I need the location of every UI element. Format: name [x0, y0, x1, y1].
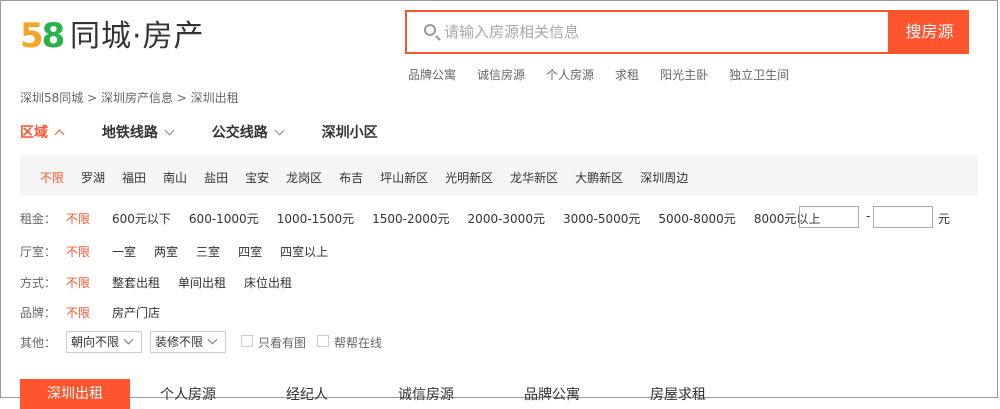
brand-option[interactable]: 房产门店	[112, 304, 160, 321]
chevron-down-icon	[164, 125, 175, 136]
orientation-select[interactable]: 朝向不限	[66, 331, 142, 353]
filter-brand: 品牌： 不限 房产门店	[20, 304, 178, 321]
tab-shenzhen-rent[interactable]: 深圳出租	[20, 379, 130, 409]
district-item[interactable]: 光明新区	[445, 171, 493, 185]
price-range-dash: -	[866, 209, 871, 223]
rent-option[interactable]: 3000-5000元	[563, 210, 640, 227]
rent-option[interactable]: 5000-8000元	[658, 210, 735, 227]
listing-tabs: 个人房源 经纪人 诚信房源 品牌公寓 房屋求租	[160, 384, 776, 404]
hot-link-personal-listing[interactable]: 个人房源	[546, 68, 594, 82]
hot-link-wanted[interactable]: 求租	[615, 68, 639, 82]
tab-district-label: 区域	[20, 125, 48, 141]
brand-option[interactable]: 不限	[66, 304, 90, 321]
photos-only-label[interactable]: 只看有图	[258, 334, 306, 351]
tab-subway[interactable]: 地铁线路	[101, 122, 175, 142]
filter-room: 厅室： 不限 一室 两室 三室 四室 四室以上	[20, 243, 346, 260]
method-option[interactable]: 不限	[66, 274, 90, 291]
hot-link-sunny-master-room[interactable]: 阳光主卧	[660, 68, 708, 82]
logo-digit-8: 8	[41, 16, 66, 56]
filter-other-label: 其他：	[20, 336, 57, 350]
filter-rent: 租金： 不限 600元以下 600-1000元 1000-1500元 1500-2000元…	[20, 210, 838, 227]
district-item[interactable]: 宝安	[245, 171, 269, 185]
district-list: 不限 罗湖 福田 南山 盐田 宝安 龙岗区 布吉 坪山新区 光明新区 龙华新区 大鹏新区 深圳周边	[40, 169, 705, 186]
search-input[interactable]	[444, 22, 864, 42]
filter-other: 其他：	[20, 334, 66, 351]
decoration-select[interactable]: 装修不限	[150, 331, 226, 353]
district-item[interactable]: 坪山新区	[380, 171, 428, 185]
tab-agent[interactable]: 经纪人	[286, 387, 328, 403]
filter-method: 方式： 不限 整套出租 单间出租 床位出租	[20, 274, 310, 291]
room-option[interactable]: 不限	[66, 243, 90, 260]
tab-rent-wanted[interactable]: 房屋求租	[650, 387, 706, 403]
district-item[interactable]: 不限	[40, 171, 64, 185]
method-option[interactable]: 单间出租	[178, 274, 226, 291]
room-option[interactable]: 四室以上	[280, 243, 328, 260]
hot-link-brand-apartment[interactable]: 品牌公寓	[408, 68, 456, 82]
chevron-down-icon	[123, 334, 134, 345]
photos-only-checkbox[interactable]	[241, 335, 253, 347]
breadcrumb[interactable]: 深圳58同城 > 深圳房产信息 > 深圳出租	[20, 89, 239, 106]
district-item[interactable]: 福田	[122, 171, 146, 185]
max-price-input[interactable]	[873, 206, 933, 228]
hot-links: 品牌公寓 诚信房源 个人房源 求租 阳光主卧 独立卫生间	[408, 66, 810, 83]
tab-personal-listing[interactable]: 个人房源	[160, 387, 216, 403]
district-item[interactable]: 罗湖	[81, 171, 105, 185]
price-unit: 元	[938, 212, 951, 226]
room-option[interactable]: 三室	[196, 243, 220, 260]
hot-link-private-bathroom[interactable]: 独立卫生间	[729, 68, 789, 82]
room-option[interactable]: 一室	[112, 243, 136, 260]
district-item[interactable]: 龙岗区	[286, 171, 322, 185]
rent-option[interactable]: 1500-2000元	[372, 210, 449, 227]
district-item[interactable]: 盐田	[204, 171, 228, 185]
chevron-up-icon	[54, 129, 65, 140]
district-item[interactable]: 南山	[163, 171, 187, 185]
method-option[interactable]: 整套出租	[112, 274, 160, 291]
location-tabs: 区域 地铁线路 公交线路 深圳小区	[20, 122, 412, 142]
rent-option[interactable]: 2000-3000元	[468, 210, 545, 227]
rent-option[interactable]: 1000-1500元	[277, 210, 354, 227]
filter-method-label: 方式：	[20, 276, 57, 290]
online-checkbox[interactable]	[317, 335, 329, 347]
rent-option[interactable]: 600-1000元	[189, 210, 259, 227]
rent-option[interactable]: 不限	[66, 210, 90, 227]
search-icon	[424, 24, 436, 36]
min-price-input[interactable]	[799, 206, 859, 228]
logo-digit-5: 5	[20, 16, 44, 56]
room-option[interactable]: 两室	[154, 243, 178, 260]
filter-brand-label: 品牌：	[20, 306, 57, 320]
tab-brand-apartment[interactable]: 品牌公寓	[524, 387, 580, 403]
search-button[interactable]: 搜房源	[890, 10, 969, 54]
tab-community[interactable]: 深圳小区	[322, 122, 378, 142]
district-item[interactable]: 布吉	[339, 171, 363, 185]
tab-subway-label: 地铁线路	[101, 125, 158, 141]
rent-option[interactable]: 600元以下	[112, 210, 171, 227]
tab-bus[interactable]: 公交线路	[211, 122, 285, 142]
district-item[interactable]: 大鹏新区	[575, 171, 623, 185]
method-option[interactable]: 床位出租	[244, 274, 292, 291]
chevron-down-icon	[274, 125, 285, 136]
tab-bus-label: 公交线路	[211, 125, 268, 141]
filter-rent-label: 租金：	[20, 212, 57, 226]
district-item[interactable]: 深圳周边	[640, 171, 688, 185]
orientation-select-value: 朝向不限	[71, 335, 120, 349]
decoration-select-value: 装修不限	[155, 335, 204, 349]
hot-link-honest-listing[interactable]: 诚信房源	[477, 68, 525, 82]
room-option[interactable]: 四室	[238, 243, 262, 260]
district-item[interactable]: 龙华新区	[510, 171, 558, 185]
chevron-down-icon	[207, 334, 218, 345]
filter-room-label: 厅室：	[20, 245, 57, 259]
logo-58[interactable]: 58	[20, 14, 66, 58]
tab-community-label: 深圳小区	[321, 125, 378, 141]
tab-district[interactable]: 区域	[20, 122, 65, 142]
tab-honest-listing[interactable]: 诚信房源	[398, 387, 454, 403]
logo-text[interactable]: 同城·房产	[70, 17, 205, 57]
online-label[interactable]: 帮帮在线	[334, 334, 382, 351]
